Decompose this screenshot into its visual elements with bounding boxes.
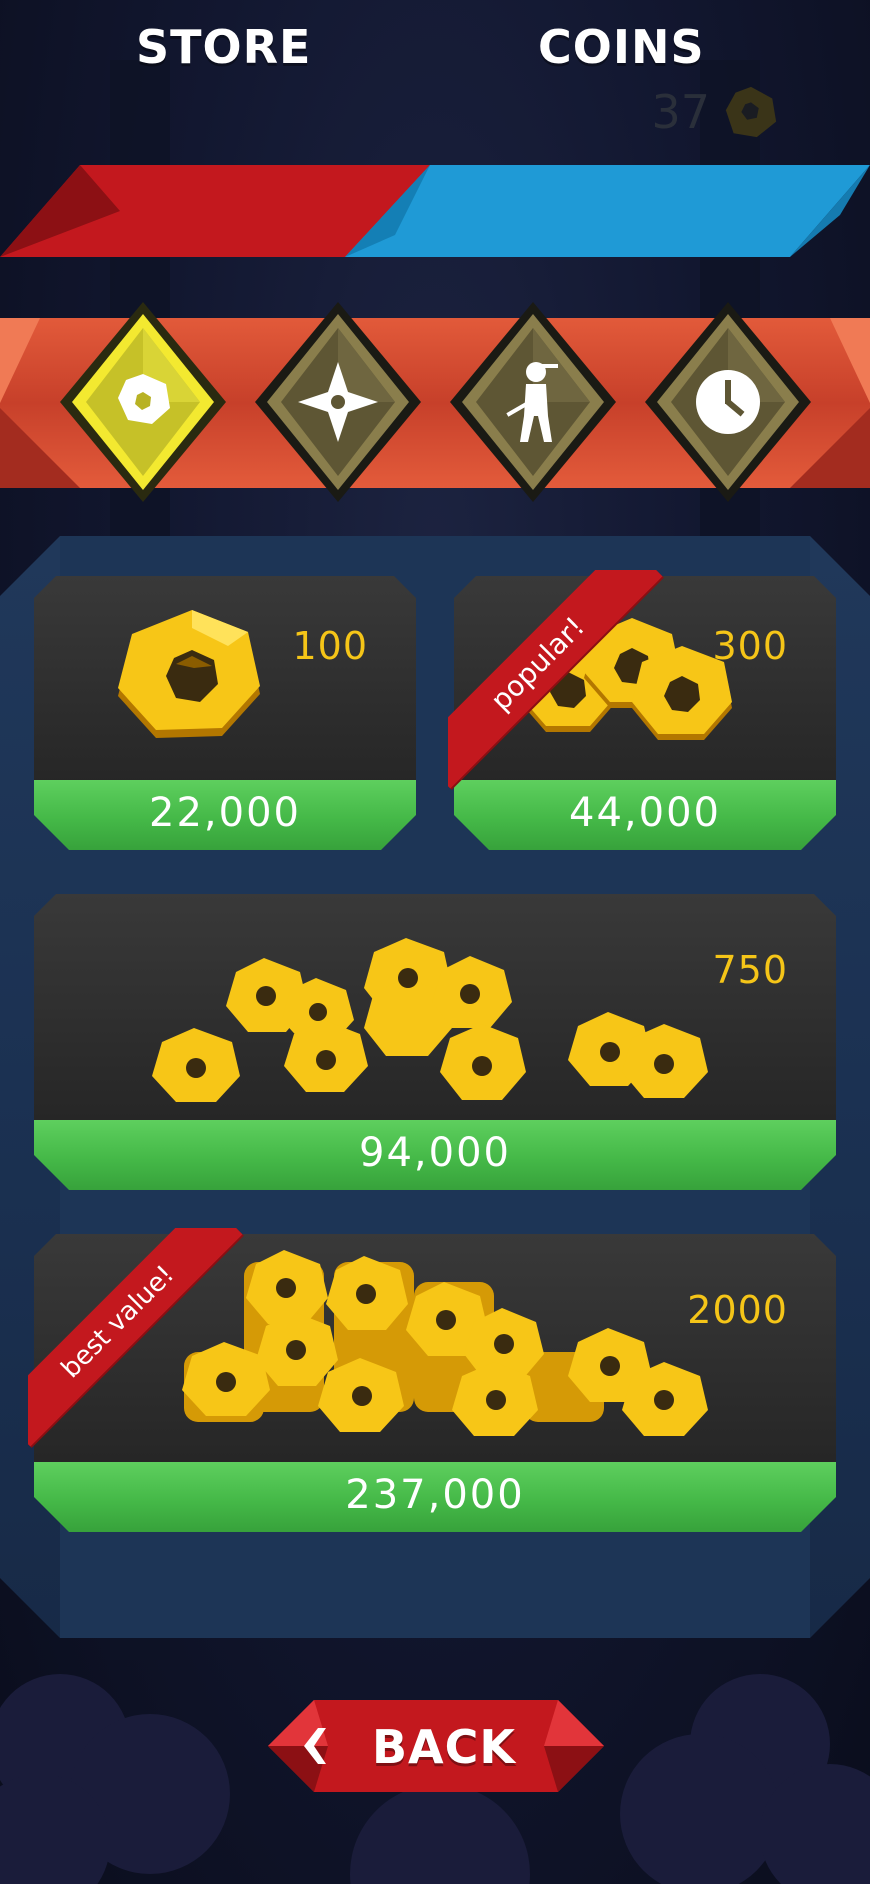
coin-pack-card: 750 94,000 (34, 894, 836, 1190)
clock-icon (696, 370, 760, 434)
coin-pack-amount: 300 (712, 624, 788, 668)
coin-pack-card: 100 22,000 (34, 576, 416, 850)
buy-pack-button[interactable]: 94,000 (34, 1120, 836, 1190)
coin-pack-card: 2000 237,000 best value! (28, 1228, 836, 1532)
coin-pack-amount: 100 (292, 624, 368, 668)
back-button-label: BACK (372, 1720, 517, 1774)
buy-pack-button[interactable]: 22,000 (34, 780, 416, 850)
category-coins-button[interactable] (58, 300, 228, 504)
category-time-button[interactable] (643, 300, 813, 504)
store-header (0, 165, 870, 257)
tab-coins[interactable]: COINS (538, 20, 705, 74)
coin-icon (725, 86, 777, 138)
coin-pile-image (118, 610, 260, 738)
coin-balance-count: 37 (651, 85, 710, 139)
coin-pack-card: 300 44,000 popular! (448, 570, 836, 850)
category-characters-button[interactable] (448, 300, 618, 504)
coin-pack-amount: 750 (712, 948, 788, 992)
coin-balance: 37 (651, 82, 780, 142)
buy-pack-button[interactable]: 44,000 (454, 780, 836, 850)
category-shuriken-button[interactable] (253, 300, 423, 504)
coin-pile-image (152, 938, 708, 1102)
coin-pack-amount: 2000 (687, 1288, 788, 1332)
tab-store[interactable]: STORE (136, 20, 311, 74)
coin-pile-image (182, 1250, 708, 1436)
buy-pack-button[interactable]: 237,000 (34, 1462, 836, 1532)
